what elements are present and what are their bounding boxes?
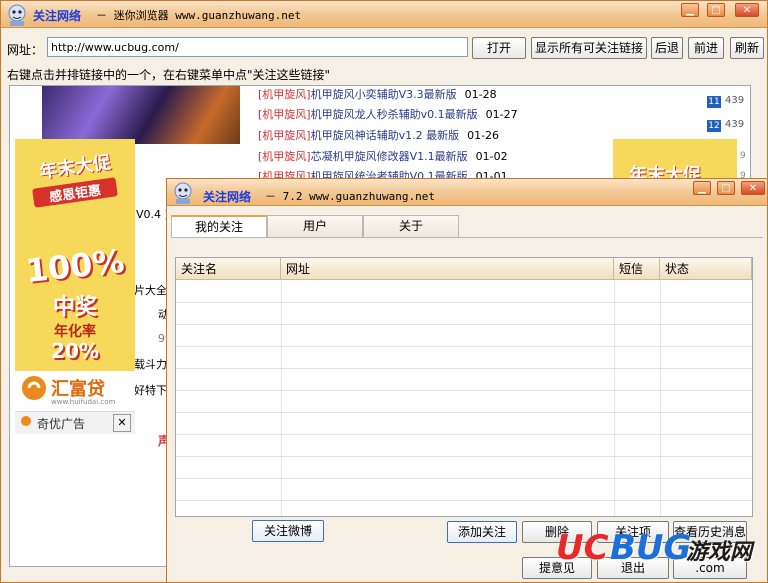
list-item[interactable]: [机甲旋风]机甲旋风小奕辅助V3.3最新版 01-28 bbox=[258, 86, 497, 102]
back-button[interactable]: 后退 bbox=[651, 37, 683, 59]
partial-text: 片大全 bbox=[134, 284, 167, 297]
ad-headline: 年末大促 bbox=[38, 152, 113, 183]
address-label: 网址： bbox=[7, 43, 44, 57]
follow-weibo-button[interactable]: 关注微博 bbox=[252, 520, 324, 542]
ad-left[interactable]: 年末大促 感恩钜惠 100% 中奖 年化率 20% 汇富贷 www.huifud… bbox=[15, 139, 135, 434]
list-item[interactable]: [机甲旋风]机甲旋风神话辅助v1.2 最新版 01-26 bbox=[258, 127, 499, 143]
dialog-subtitle: － 7.2 www.guanzhuwang.net bbox=[265, 190, 435, 203]
grid-row-line bbox=[176, 500, 752, 501]
grid-row-line bbox=[176, 324, 752, 325]
watch-table[interactable]: 关注名 网址 短信 状态 bbox=[175, 257, 753, 517]
refresh-button[interactable]: 刷新 bbox=[730, 37, 764, 59]
grid-row-line bbox=[176, 478, 752, 479]
column-header[interactable]: 网址 bbox=[281, 258, 614, 280]
grid-row-line bbox=[176, 302, 752, 303]
minimize-button[interactable]: ▁ bbox=[681, 3, 699, 17]
rank-value: 439 bbox=[725, 119, 745, 130]
address-input[interactable] bbox=[47, 37, 468, 57]
close-button[interactable]: ✕ bbox=[735, 3, 759, 17]
watermark: UC BUG 游戏网 bbox=[556, 522, 766, 580]
ad-brand-strip: 汇富贷 www.huifudai.com bbox=[15, 371, 135, 411]
ad-prize: 中奖 bbox=[52, 295, 97, 320]
show-all-links-button[interactable]: 显示所有可关注链接 bbox=[531, 37, 647, 59]
grid-row-line bbox=[176, 368, 752, 369]
forward-button[interactable]: 前进 bbox=[688, 37, 724, 59]
grid-column-line bbox=[614, 280, 615, 516]
app-logo-icon bbox=[8, 4, 26, 26]
ad-rate-label: 年化率 bbox=[54, 324, 96, 340]
watermark-site: 游戏网 bbox=[686, 540, 753, 565]
ad-source-icon bbox=[21, 416, 31, 426]
close-button[interactable]: ✕ bbox=[741, 181, 765, 195]
column-header[interactable]: 短信 bbox=[614, 258, 660, 280]
maximize-button[interactable]: □ bbox=[717, 181, 735, 195]
add-watch-button[interactable]: 添加关注 bbox=[447, 521, 517, 543]
app-title: 关注网络 bbox=[33, 9, 82, 23]
tab-my-watches[interactable]: 我的关注 bbox=[171, 215, 267, 237]
game-banner-image[interactable] bbox=[42, 86, 240, 144]
watermark-bug: BUG bbox=[610, 528, 692, 568]
list-item[interactable]: [机甲旋风]芯凝机甲旋风修改器V1.1最新版 01-02 bbox=[258, 148, 508, 164]
column-header[interactable]: 状态 bbox=[660, 258, 752, 280]
app-subtitle: － 迷你浏览器 www.guanzhuwang.net bbox=[96, 9, 302, 22]
grid-row-line bbox=[176, 434, 752, 435]
rank-badge: 12 bbox=[707, 120, 721, 132]
minimize-button[interactable]: ▁ bbox=[693, 181, 711, 195]
ad-big-number: 100% bbox=[23, 241, 127, 291]
partial-text: V0.4 ] bbox=[136, 208, 169, 221]
ad-close-icon[interactable]: ✕ bbox=[113, 414, 131, 432]
ad-rate-value: 20% bbox=[51, 339, 99, 363]
dialog-title-bar[interactable]: 关注网络 － 7.2 www.guanzhuwang.net ▁ □ ✕ bbox=[167, 179, 767, 206]
tab-divider bbox=[171, 237, 763, 238]
open-button[interactable]: 打开 bbox=[472, 37, 526, 59]
grid-row-line bbox=[176, 390, 752, 391]
maximize-button[interactable]: □ bbox=[707, 3, 725, 17]
grid-row-line bbox=[176, 456, 752, 457]
grid-row-line bbox=[176, 346, 752, 347]
partial-text: 载斗力 bbox=[134, 358, 167, 371]
grid-column-line bbox=[660, 280, 661, 516]
dialog-title: 关注网络 bbox=[203, 190, 252, 204]
partial-text: 好特下 bbox=[134, 384, 167, 397]
tab-users[interactable]: 用户 bbox=[267, 215, 363, 237]
grid-row-line bbox=[176, 412, 752, 413]
brand-logo-icon bbox=[22, 376, 46, 400]
ad-source-label: 奇优广告 bbox=[37, 417, 86, 431]
ad-brand-url: www.huifudai.com bbox=[51, 398, 116, 406]
column-header[interactable]: 关注名 bbox=[176, 258, 281, 280]
tab-about[interactable]: 关于 bbox=[363, 215, 459, 237]
list-item[interactable]: [机甲旋风]机甲旋风龙人秒杀辅助v0.1最新版 01-27 bbox=[258, 106, 518, 122]
rank-badge: 11 bbox=[707, 96, 721, 108]
watermark-uc: UC bbox=[556, 528, 609, 568]
rank-value: 439 bbox=[725, 95, 745, 106]
title-bar[interactable]: 关注网络 － 迷你浏览器 www.guanzhuwang.net ▁ □ ✕ bbox=[1, 1, 767, 28]
grid-column-line bbox=[281, 280, 282, 516]
ad-footer: 奇优广告 ✕ bbox=[15, 411, 135, 434]
app-logo-icon bbox=[174, 182, 192, 204]
hint-text: 右键点击并排链接中的一个，在右键菜单中点"关注这些链接" bbox=[7, 68, 331, 82]
